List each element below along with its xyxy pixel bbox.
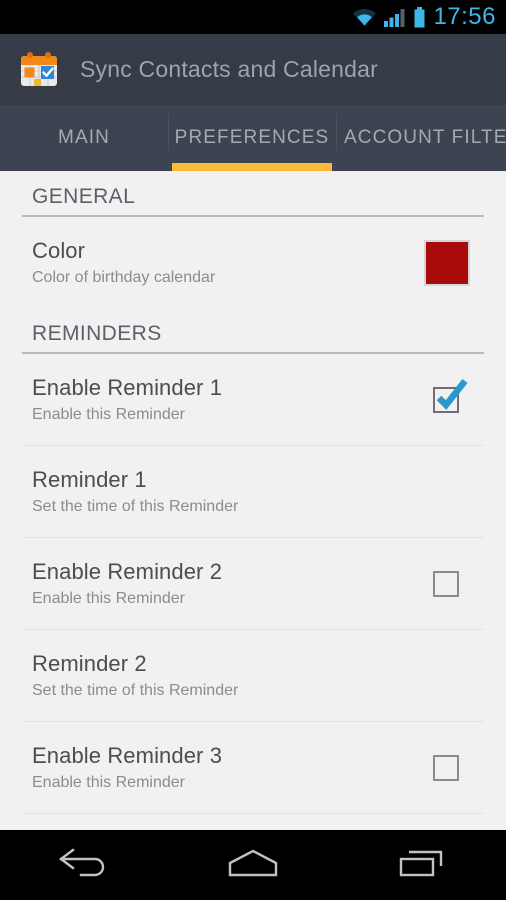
row-enable-reminder-2[interactable]: Enable Reminder 2 Enable this Reminder [0,538,506,629]
home-button[interactable] [169,830,338,900]
tab-account-filter-indicator [340,163,502,171]
home-icon [224,846,282,885]
tab-preferences-label: PREFERENCES [174,127,330,148]
tab-preferences[interactable]: PREFERENCES [168,105,336,171]
tab-divider-right [336,114,337,151]
row-divider [22,813,484,814]
tab-account-filter[interactable]: ACCOUNT FILTER [336,105,506,171]
row-enable-reminder-2-title: Enable Reminder 2 [32,558,223,584]
status-time: 17:56 [433,3,496,30]
row-reminder-2-texts: Reminder 2 Set the time of this Reminder [32,650,474,702]
row-enable-reminder-1[interactable]: Enable Reminder 1 Enable this Reminder [0,354,506,445]
row-enable-reminder-2-texts: Enable Reminder 2 Enable this Reminder [32,558,433,610]
row-color[interactable]: Color Color of birthday calendar [0,217,506,308]
row-enable-reminder-2-subtitle: Enable this Reminder [32,589,185,607]
recents-button[interactable] [337,830,506,900]
row-color-subtitle: Color of birthday calendar [32,268,216,286]
row-reminder-1-texts: Reminder 1 Set the time of this Reminder [32,466,474,518]
row-reminder-2-subtitle: Set the time of this Reminder [32,681,239,699]
checkbox-enable-reminder-2[interactable] [433,570,459,597]
status-bar: 17:56 [0,0,506,34]
section-header-reminders: REMINDERS [32,322,162,345]
tab-main-indicator [4,163,164,171]
row-reminder-2[interactable]: Reminder 2 Set the time of this Reminder [0,630,506,721]
row-color-title: Color [32,237,86,263]
tab-preferences-indicator [172,163,332,171]
row-reminder-2-title: Reminder 2 [32,650,147,676]
action-bar: Sync Contacts and Calendar [0,34,506,105]
tab-divider-left [168,114,169,151]
tab-main-label: MAIN [58,127,110,148]
row-color-texts: Color Color of birthday calendar [32,237,424,289]
row-reminder-1[interactable]: Reminder 1 Set the time of this Reminder [0,446,506,537]
row-enable-reminder-1-title: Enable Reminder 1 [32,374,223,400]
section-header-general: GENERAL [32,185,136,208]
color-swatch[interactable] [424,239,470,286]
back-icon [57,846,111,885]
checkbox-enable-reminder-3[interactable] [433,754,459,781]
battery-icon [413,6,426,28]
wifi-icon [352,7,377,27]
app-title: Sync Contacts and Calendar [80,56,378,82]
tab-main[interactable]: MAIN [0,105,168,171]
navigation-bar [0,830,506,900]
recents-icon [395,846,449,885]
row-enable-reminder-3-title: Enable Reminder 3 [32,742,223,768]
row-enable-reminder-1-subtitle: Enable this Reminder [32,405,185,423]
checkbox-enable-reminder-1[interactable] [433,378,468,413]
tab-bar: MAIN PREFERENCES ACCOUNT FILTER [0,105,506,171]
signal-icon [384,7,406,27]
row-enable-reminder-3[interactable]: Enable Reminder 3 Enable this Reminder [0,722,506,813]
row-enable-reminder-3-texts: Enable Reminder 3 Enable this Reminder [32,742,433,794]
row-enable-reminder-3-subtitle: Enable this Reminder [32,773,185,791]
calendar-sync-app-icon [16,47,62,93]
android-screen: 17:56 Sync Contacts and Calendar MAIN PR… [0,0,506,900]
row-reminder-1-title: Reminder 1 [32,466,147,492]
back-button[interactable] [0,830,169,900]
row-enable-reminder-1-texts: Enable Reminder 1 Enable this Reminder [32,374,433,426]
tab-account-filter-label: ACCOUNT FILTER [344,127,506,148]
checkmark-icon [431,378,469,410]
row-reminder-1-subtitle: Set the time of this Reminder [32,497,239,515]
preferences-list[interactable]: GENERAL Color Color of birthday calendar… [0,171,506,830]
